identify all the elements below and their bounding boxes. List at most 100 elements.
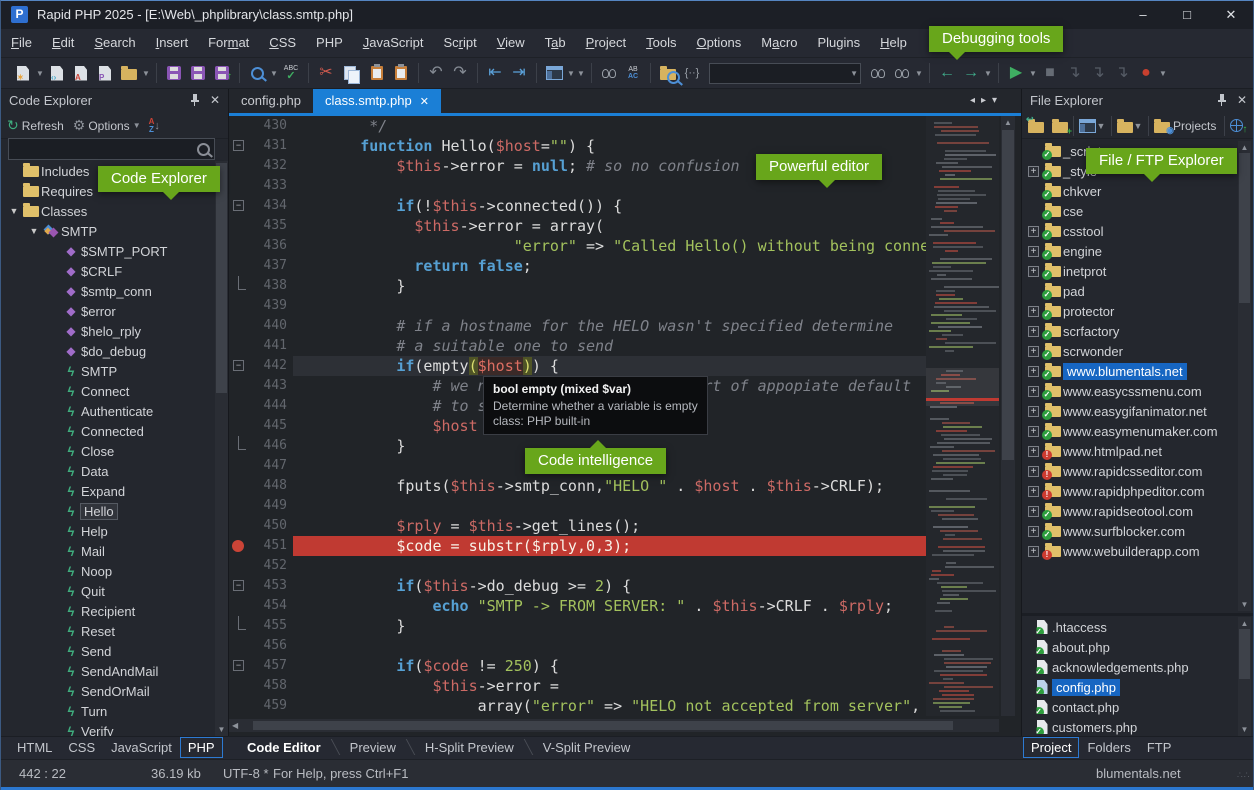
menu-edit[interactable]: Edit	[42, 29, 84, 50]
menu-plugins[interactable]: Plugins	[807, 29, 870, 50]
resize-grip[interactable]: ∴∴	[1237, 770, 1249, 782]
new-folder-icon[interactable]: +	[1052, 122, 1068, 133]
expander-icon[interactable]: ▼	[7, 206, 21, 216]
search-dropdown-icon[interactable]: ▼	[269, 69, 279, 78]
file-item-.htaccess[interactable]: ✓.htaccess	[1022, 617, 1237, 637]
line-number[interactable]: 435	[253, 216, 293, 236]
code-text[interactable]	[293, 636, 926, 656]
gutter-fold-column[interactable]: −	[229, 656, 253, 676]
expand-plus-icon[interactable]: +	[1028, 426, 1039, 437]
replace-in-files-icon[interactable]: ABAC	[622, 61, 644, 85]
gutter-fold-column[interactable]	[229, 256, 253, 276]
code-text[interactable]: array("error" => "HELO not accepted from…	[293, 696, 926, 716]
find-dropdown-icon[interactable]: ▼	[914, 69, 924, 78]
expander-icon[interactable]: ▼	[27, 226, 41, 236]
menu-search[interactable]: Search	[84, 29, 145, 50]
step-out-icon[interactable]: ↴	[1111, 61, 1133, 85]
file-item-config.php[interactable]: ✓config.php	[1022, 677, 1237, 697]
code-tree-item-crlf[interactable]: ◆$CRLF	[1, 261, 214, 281]
code-tree-item-do_debug[interactable]: ◆$do_debug	[1, 341, 214, 361]
find-in-files-icon[interactable]	[598, 61, 620, 85]
code-tree-item-connect[interactable]: ϟConnect	[1, 381, 214, 401]
refresh-icon[interactable]: ↻	[7, 117, 19, 134]
expand-plus-icon[interactable]: +	[1028, 486, 1039, 497]
folder-item-www.webuilderapp.com[interactable]: +!www.webuilderapp.com	[1022, 541, 1237, 561]
code-tree-item-connected[interactable]: ϟConnected	[1, 421, 214, 441]
code-tree-item-smtp_conn[interactable]: ◆$smtp_conn	[1, 281, 214, 301]
code-text[interactable]: echo "SMTP -> FROM SERVER: " . $this->CR…	[293, 596, 926, 616]
expand-plus-icon[interactable]: +	[1028, 386, 1039, 397]
line-number[interactable]: 444	[253, 396, 293, 416]
line-number[interactable]: 432	[253, 156, 293, 176]
line-number[interactable]: 450	[253, 516, 293, 536]
code-text[interactable]: $this->error =	[293, 676, 926, 696]
folder-item-inetprot[interactable]: +✓inetprot	[1022, 261, 1237, 281]
code-line-452[interactable]: 452	[229, 556, 926, 576]
record-macro-icon[interactable]: ●	[1135, 61, 1157, 85]
code-line-439[interactable]: 439	[229, 296, 926, 316]
expand-plus-icon[interactable]: +	[1028, 346, 1039, 357]
expand-plus-icon[interactable]: +	[1028, 466, 1039, 477]
gutter-fold-column[interactable]	[229, 176, 253, 196]
code-text[interactable]	[293, 556, 926, 576]
code-line-442[interactable]: −442 if(empty($host)) {	[229, 356, 926, 376]
code-line-436[interactable]: 436 "error" => "Called Hello() without b…	[229, 236, 926, 256]
expand-plus-icon[interactable]: +	[1028, 266, 1039, 277]
code-explorer-search-input[interactable]	[8, 138, 215, 160]
menu-script[interactable]: Script	[433, 29, 486, 50]
code-text[interactable]: fputs($this->smtp_conn,"HELO " . $host .…	[293, 476, 926, 496]
menu-help[interactable]: Help	[870, 29, 917, 50]
gutter-fold-column[interactable]	[229, 516, 253, 536]
code-tree-item-send[interactable]: ϟSend	[1, 641, 214, 661]
code-tree-item-classes[interactable]: ▼Classes	[1, 201, 214, 221]
code-tree-item-smtp_port[interactable]: ◆$SMTP_PORT	[1, 241, 214, 261]
scroll-up-icon[interactable]: ▲	[1001, 118, 1015, 127]
close-panel-icon[interactable]: ✕	[210, 93, 220, 107]
code-text[interactable]	[293, 496, 926, 516]
run-dropdown-icon[interactable]: ▼	[1028, 69, 1038, 78]
open-code-document-icon[interactable]: ‹›	[46, 61, 68, 85]
expand-plus-icon[interactable]: +	[1028, 366, 1039, 377]
tab-css[interactable]: CSS	[60, 737, 103, 758]
undo-icon[interactable]: ↶	[425, 61, 447, 85]
gutter-fold-column[interactable]	[229, 636, 253, 656]
tab-folders[interactable]: Folders	[1079, 737, 1138, 758]
fold-collapse-icon[interactable]: −	[233, 580, 244, 591]
save-icon[interactable]	[163, 61, 185, 85]
gutter-fold-column[interactable]	[229, 216, 253, 236]
code-line-438[interactable]: 438 }	[229, 276, 926, 296]
code-line-430[interactable]: 430 */	[229, 116, 926, 136]
gutter-fold-column[interactable]: −	[229, 196, 253, 216]
paste-icon[interactable]	[366, 61, 388, 85]
code-text[interactable]: "error" => "Called Hello() without being…	[293, 236, 926, 256]
redo-icon[interactable]: ↷	[449, 61, 471, 85]
tab-javascript[interactable]: JavaScript	[103, 737, 180, 758]
line-number[interactable]: 433	[253, 176, 293, 196]
gutter-fold-column[interactable]	[229, 676, 253, 696]
explore-folder-icon[interactable]	[657, 61, 679, 85]
gutter-fold-column[interactable]	[229, 236, 253, 256]
code-tree-item-data[interactable]: ϟData	[1, 461, 214, 481]
gutter-fold-column[interactable]	[229, 376, 253, 396]
save-upload-icon[interactable]: ↑	[211, 61, 233, 85]
new-file-icon[interactable]: ✶	[12, 61, 34, 85]
code-line-455[interactable]: 455 }	[229, 616, 926, 636]
code-tree-item-smtp[interactable]: ϟSMTP	[1, 361, 214, 381]
code-snippets-icon[interactable]: {··}	[681, 61, 703, 85]
fold-collapse-icon[interactable]: −	[233, 360, 244, 371]
menu-macro[interactable]: Macro	[751, 29, 807, 50]
folders-dropdown-icon[interactable]: ▼	[1133, 121, 1143, 131]
folder-item-chkver[interactable]: ✓chkver	[1022, 181, 1237, 201]
folder-item-www.blumentals.net[interactable]: +✓www.blumentals.net	[1022, 361, 1237, 381]
code-tree-item-reset[interactable]: ϟReset	[1, 621, 214, 641]
step-into-icon[interactable]: ↴	[1087, 61, 1109, 85]
gutter-fold-column[interactable]	[229, 696, 253, 716]
indent-icon[interactable]: ⇥	[508, 61, 530, 85]
folder-item-cse[interactable]: ✓cse	[1022, 201, 1237, 221]
editor-tab-config.php[interactable]: config.php	[229, 89, 313, 113]
line-number[interactable]: 434	[253, 196, 293, 216]
code-tree-item-verify[interactable]: ϟVerify	[1, 721, 214, 736]
cut-icon[interactable]: ✂	[315, 61, 337, 85]
line-number[interactable]: 453	[253, 576, 293, 596]
folder-item-www.easycssmenu.com[interactable]: +✓www.easycssmenu.com	[1022, 381, 1237, 401]
